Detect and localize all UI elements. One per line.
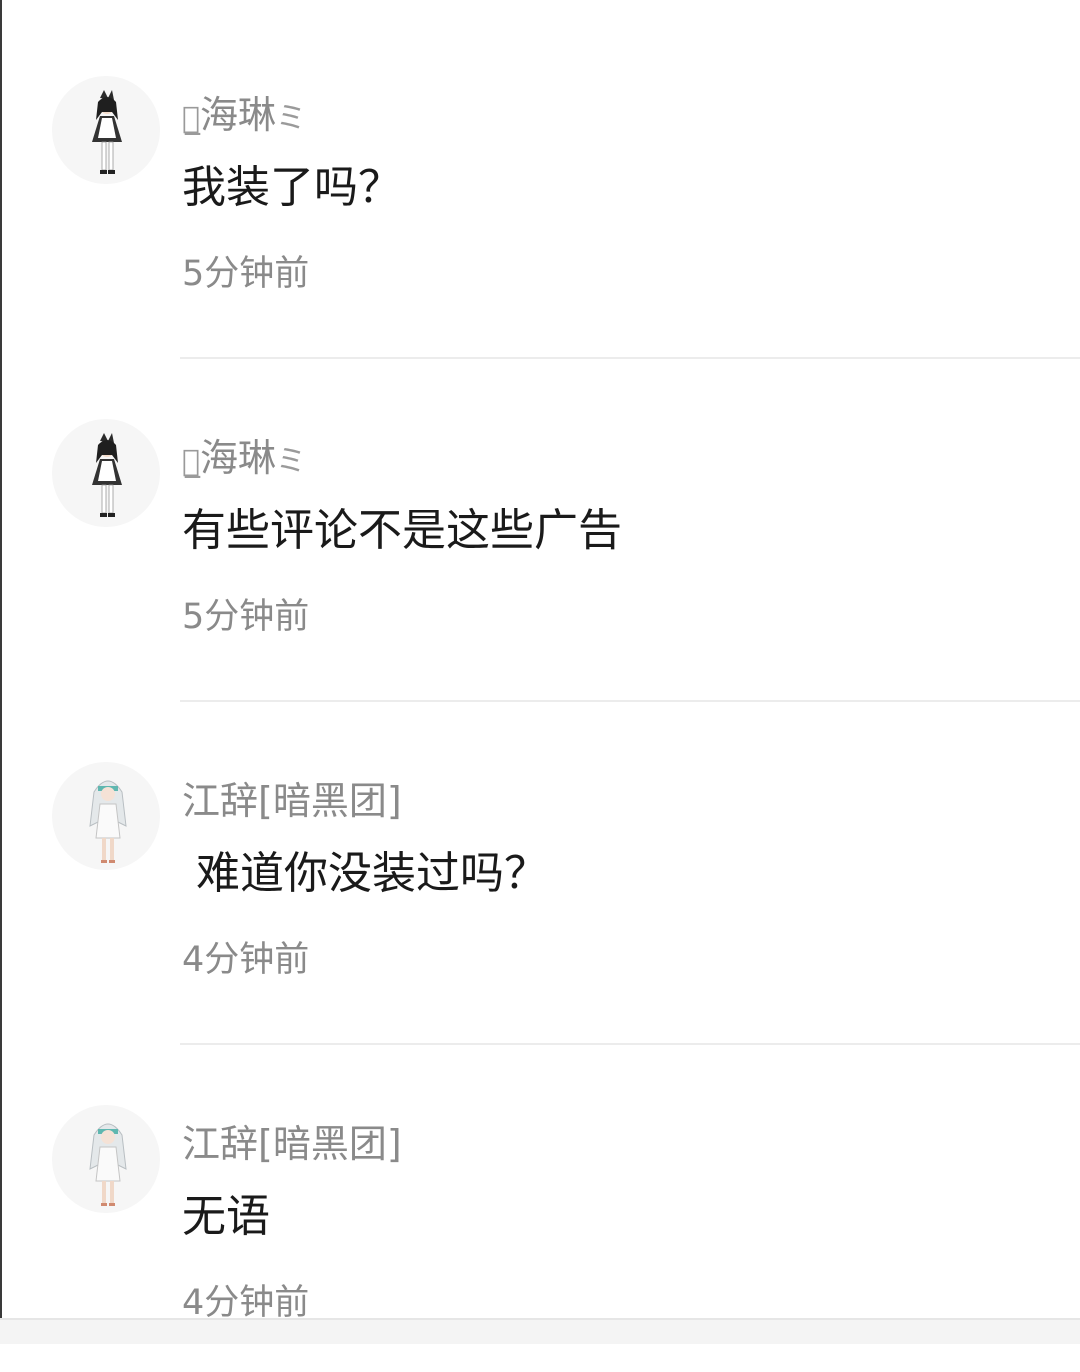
username-label: 海琳 xyxy=(200,436,277,480)
comment-text: 我装了吗？ xyxy=(182,162,402,213)
comment-item: ฅ̲海琳ミ 有些评论不是这些广告 5分钟前 xyxy=(0,343,1080,702)
username-decoration-right: ミ xyxy=(276,101,307,136)
username-label: 江辞[暗黑团] xyxy=(182,779,402,823)
avatar[interactable] xyxy=(52,762,160,870)
bottom-bar xyxy=(0,1318,1080,1344)
username-decoration-left: ฅ̲ xyxy=(182,101,201,136)
comment-time: 5分钟前 xyxy=(182,597,310,637)
maid-girl-avatar-icon xyxy=(92,90,122,174)
comment-item: ฅ̲海琳ミ 我装了吗？ 5分钟前 xyxy=(0,0,1080,359)
username[interactable]: 江辞[暗黑团] xyxy=(182,778,402,824)
avatar[interactable] xyxy=(52,76,160,184)
comment-text: 难道你没装过吗？ xyxy=(182,848,548,899)
username[interactable]: 江辞[暗黑团] xyxy=(182,1121,402,1167)
username-decoration-right: ミ xyxy=(276,444,307,479)
avatar[interactable] xyxy=(52,1105,160,1213)
username-label: 海琳 xyxy=(200,93,277,137)
username[interactable]: ฅ̲海琳ミ xyxy=(182,435,306,481)
comment-text: 无语 xyxy=(182,1191,270,1242)
white-hair-girl-avatar-icon xyxy=(89,1123,127,1206)
maid-girl-avatar-icon xyxy=(92,433,122,517)
comment-time: 4分钟前 xyxy=(182,940,310,980)
comment-text: 有些评论不是这些广告 xyxy=(182,505,622,556)
username[interactable]: ฅ̲海琳ミ xyxy=(182,92,306,138)
white-hair-girl-avatar-icon xyxy=(89,780,127,863)
avatar[interactable] xyxy=(52,419,160,527)
username-decoration-left: ฅ̲ xyxy=(182,444,201,479)
comment-time: 5分钟前 xyxy=(182,254,310,294)
username-label: 江辞[暗黑团] xyxy=(182,1122,402,1166)
comment-item: 江辞[暗黑团] 难道你没装过吗？ 4分钟前 xyxy=(0,686,1080,1045)
